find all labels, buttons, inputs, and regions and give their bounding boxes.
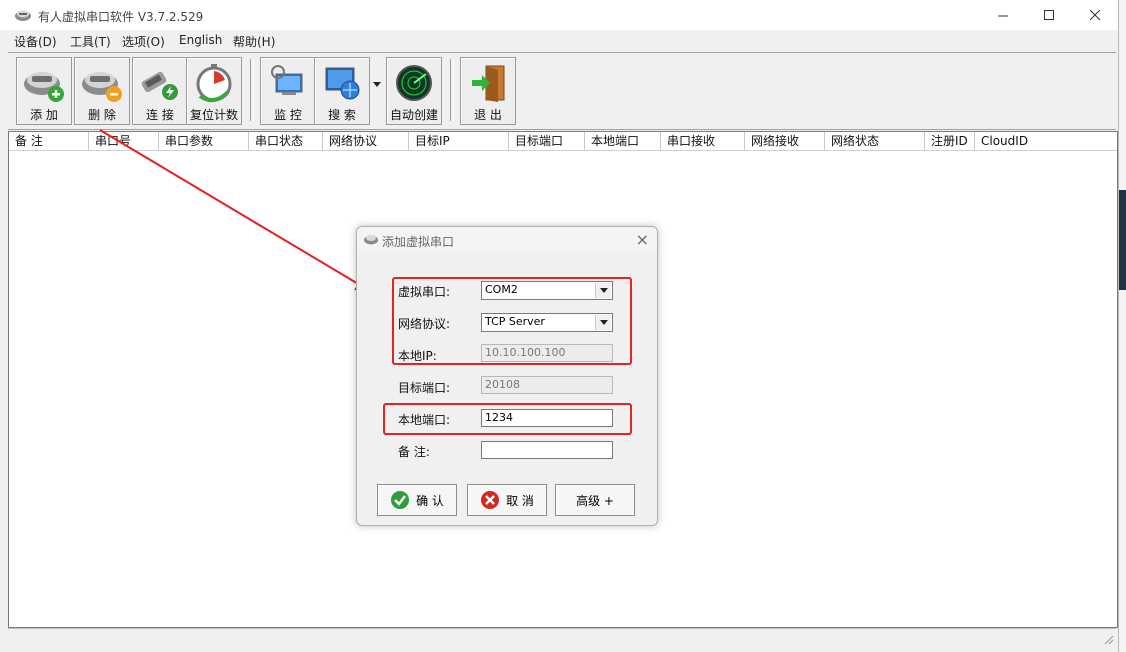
window-title: 有人虚拟串口软件 V3.7.2.529 — [38, 10, 204, 24]
highlight-box-port-settings — [392, 277, 632, 365]
exit-button[interactable]: 退 出 — [460, 57, 516, 125]
radar-icon — [396, 65, 432, 101]
cancel-button[interactable]: 取 消 — [467, 484, 547, 516]
monitor-label: 监 控 — [274, 108, 302, 122]
col-net-status[interactable]: 网络状态 — [825, 132, 925, 150]
col-port[interactable]: 串口号 — [89, 132, 159, 150]
search-label: 搜 索 — [328, 108, 356, 122]
search-dropdown-icon[interactable] — [372, 79, 382, 89]
target-port-label: 目标端口: — [398, 381, 451, 395]
close-icon — [1089, 9, 1100, 20]
dialog-app-icon — [364, 235, 378, 245]
col-port-params[interactable]: 串口参数 — [159, 132, 249, 150]
reset-count-label: 复位计数 — [189, 108, 238, 122]
cancel-icon — [481, 491, 500, 509]
background-window — [1119, 0, 1126, 652]
menu-help[interactable]: 帮助(H) — [233, 33, 275, 50]
connect-button[interactable]: 连 接 — [132, 57, 188, 125]
advanced-button[interactable]: 高级 + — [555, 484, 635, 516]
monitor-icon — [271, 65, 303, 95]
search-network-icon — [325, 67, 360, 100]
col-cloud-id[interactable]: CloudID — [975, 132, 1117, 150]
connect-label: 连 接 — [146, 108, 174, 122]
connect-icon — [141, 71, 178, 100]
toolbar-separator — [250, 59, 254, 121]
menu-options[interactable]: 选项(O) — [122, 33, 165, 50]
col-target-ip[interactable]: 目标IP — [409, 132, 509, 150]
col-port-status[interactable]: 串口状态 — [249, 132, 323, 150]
check-icon — [391, 491, 410, 509]
minimize-icon — [997, 15, 1008, 16]
ok-label: 确 认 — [416, 493, 444, 508]
ok-button[interactable]: 确 认 — [377, 484, 457, 516]
minimize-button[interactable] — [980, 0, 1026, 30]
menu-english[interactable]: English — [179, 33, 222, 47]
search-button[interactable]: 搜 索 — [314, 57, 370, 125]
maximize-button[interactable] — [1026, 0, 1072, 30]
status-bar — [8, 628, 1116, 647]
dialog-close-icon[interactable]: × — [636, 230, 649, 249]
reset-count-button[interactable]: 复位计数 — [186, 57, 242, 125]
list-header: 备 注 串口号 串口参数 串口状态 网络协议 目标IP 目标端口 本地端口 串口… — [9, 132, 1117, 151]
add-button[interactable]: 添 加 — [16, 57, 72, 125]
note-label: 备 注: — [398, 445, 430, 459]
stopwatch-icon — [196, 64, 232, 103]
col-net-rx[interactable]: 网络接收 — [745, 132, 825, 150]
title-bar: 有人虚拟串口软件 V3.7.2.529 — [0, 0, 1118, 30]
toolbar-separator — [450, 59, 454, 121]
maximize-icon — [1043, 9, 1054, 20]
delete-label: 删 除 — [88, 108, 116, 122]
col-local-port[interactable]: 本地端口 — [585, 132, 661, 150]
highlight-box-local-port — [383, 403, 632, 435]
close-button[interactable] — [1072, 0, 1118, 30]
advanced-label: 高级 + — [576, 493, 614, 508]
add-port-icon — [24, 72, 64, 102]
delete-button[interactable]: 删 除 — [74, 57, 130, 125]
resize-grip-icon[interactable] — [1102, 633, 1114, 645]
menu-device[interactable]: 设备(D) — [14, 33, 57, 50]
note-field[interactable] — [481, 441, 613, 459]
add-virtual-port-dialog: 添加虚拟串口 × 虚拟串口: COM2 网络协议: TCP Server 本地I… — [356, 226, 658, 526]
dialog-title-bar: 添加虚拟串口 × — [357, 227, 657, 253]
col-target-port[interactable]: 目标端口 — [509, 132, 585, 150]
col-register-id[interactable]: 注册ID — [925, 132, 975, 150]
col-protocol[interactable]: 网络协议 — [323, 132, 409, 150]
toolbar: 添 加 删 除 连 接 复位计数 监 控 搜 索 自动创建 退 出 — [8, 52, 1116, 130]
menu-bar: 设备(D) 工具(T) 选项(O) English 帮助(H) — [0, 30, 1118, 51]
col-note[interactable]: 备 注 — [9, 132, 89, 150]
target-port-field: 20108 — [481, 376, 613, 394]
monitor-button[interactable]: 监 控 — [260, 57, 316, 125]
exit-label: 退 出 — [474, 108, 502, 122]
delete-port-icon — [82, 72, 122, 102]
menu-tools[interactable]: 工具(T) — [70, 33, 111, 50]
exit-door-icon — [472, 65, 505, 102]
add-label: 添 加 — [30, 108, 58, 122]
app-icon — [15, 10, 31, 21]
auto-create-button[interactable]: 自动创建 — [386, 57, 442, 125]
col-port-rx[interactable]: 串口接收 — [661, 132, 745, 150]
dialog-title: 添加虚拟串口 — [382, 235, 455, 249]
auto-create-label: 自动创建 — [389, 108, 438, 122]
cancel-label: 取 消 — [506, 493, 534, 508]
background-window-panel — [1119, 190, 1126, 290]
